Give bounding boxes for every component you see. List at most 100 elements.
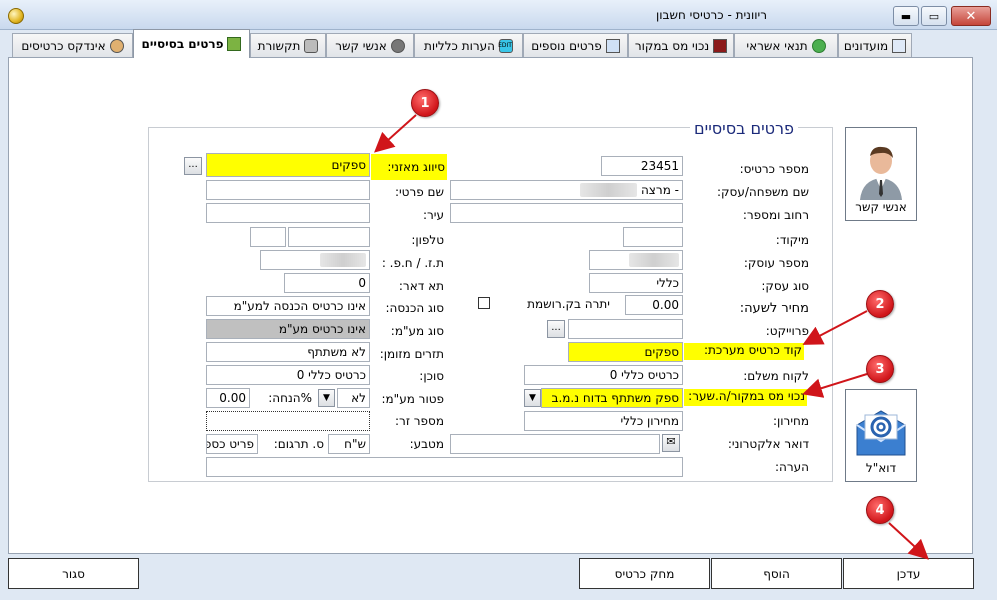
tab-additional-details[interactable]: פרטים נוספים [523,33,628,57]
monitor-icon [892,38,907,53]
discount-field[interactable]: 0.00 [206,388,250,408]
label-street: רחוב ומספר: [742,208,809,222]
tab-basic-details[interactable]: פרטים בסיסיים [133,29,250,58]
label-hourly-price: מחיר לשעה: [739,301,809,316]
tab-label: אינדקס כרטיסים [21,38,106,53]
callout-badge-3: 3 [866,355,894,383]
card-number-field[interactable]: 23451 [601,156,683,176]
label-balance-class: סיווג מאזני: [371,154,447,180]
tab-credit-terms[interactable]: תנאי אשראי [734,33,838,57]
redacted-text [629,253,679,267]
tab-label: אנשי קשר [335,38,387,53]
email-icon [856,410,906,456]
add-button[interactable]: הוסף [711,558,842,589]
label-project: פרוייקט: [765,324,809,338]
minimize-button[interactable]: ▬ [893,6,919,26]
label-email: דואר אלקטרוני: [727,437,809,451]
project-lookup-button[interactable]: ... [547,320,565,338]
tab-general-notes[interactable]: EDIT הערות כלליות [414,33,523,57]
project-field[interactable] [568,319,683,339]
vat-exempt-dropdown-arrow[interactable]: ▼ [318,389,335,407]
income-type-field[interactable]: אינו כרטיס הכנסה למע"מ [206,296,370,316]
edit-icon: EDIT [498,38,513,53]
tab-label: הערות כלליות [424,38,495,53]
foreign-number-field[interactable] [206,411,370,431]
system-code-field[interactable]: ספקים [568,342,683,362]
tab-contacts[interactable]: אנשי קשר [326,33,414,57]
tab-label: פרטים בסיסיים [141,37,224,51]
withholding-dropdown-arrow[interactable]: ▼ [524,389,541,407]
first-name-field[interactable] [206,180,370,200]
phone-prefix-field[interactable] [250,227,286,247]
vat-exempt-field[interactable]: לא [337,388,370,408]
label-po-box: תא דאר: [398,279,444,293]
label-currency: מטבע: [409,437,444,451]
update-button[interactable]: עדכן [843,558,974,589]
redacted-text [579,183,638,197]
label-last-name: שם משפחה/עסק: [716,185,809,199]
callout-badge-1: 1 [411,89,439,117]
agent-field[interactable]: כרטיס כללי 0 [206,365,370,385]
app-icon [8,8,24,24]
price-list-field[interactable]: מחירון כללי [524,411,683,431]
dealer-number-field[interactable] [589,250,683,270]
label-foreign-number: מספר זר: [395,414,444,428]
callout-badge-4: 4 [866,496,894,524]
business-type-field[interactable]: כללי [589,273,683,293]
balance-class-lookup-button[interactable]: ... [184,157,202,175]
tab-label: פרטים נוספים [531,38,602,53]
email-field[interactable] [450,434,660,454]
hourly-price-field[interactable]: 0.00 [625,295,683,315]
delete-card-button[interactable]: מחק כרטיס [579,558,710,589]
currency-field[interactable]: ש"ח [328,434,370,454]
tab-label: נכוי מס במקור [634,38,710,53]
withholding-field[interactable]: ספק משתתף בדוח נ.מ.ב [541,388,683,408]
label-dealer-number: מספר עוסק: [743,256,809,270]
balance-class-field[interactable]: ספקים [206,153,370,177]
contacts-button-label: אנשי קשר [855,200,907,214]
label-scheduled-flows: תזרים מזומן: [379,347,444,361]
close-button[interactable]: סגור [8,558,139,589]
money-bag-icon [811,38,826,53]
po-box-field[interactable]: 0 [284,273,370,293]
label-income-type: סוג הכנסה: [385,301,444,315]
phone-icon [304,38,319,53]
email-button[interactable]: דוא"ל [845,389,917,482]
contacts-button[interactable]: אנשי קשר [845,127,917,221]
label-id-number: ת.ז. / ח.פ. : [381,256,444,270]
contacts-icon [390,38,405,53]
scheduled-flows-field[interactable]: לא משתתף [206,342,370,362]
label-card-number: מספר כרטיס: [739,162,809,176]
phone-field[interactable] [288,227,370,247]
book-icon [227,37,242,51]
tab-communication[interactable]: תקשורת [250,33,326,57]
maximize-button[interactable]: ▭ [921,6,947,26]
close-window-button[interactable]: ✕ [951,6,991,26]
label-first-name: שם פרטי: [394,185,444,199]
zip-field[interactable] [623,227,683,247]
street-field[interactable] [450,203,683,223]
label-discount: %הנחה: [268,391,312,405]
label-price-list: מחירון: [772,414,809,428]
paying-customer-field[interactable]: כרטיס כללי 0 [524,365,683,385]
vat-type-field: אינו כרטיס מע"מ [206,319,370,339]
recorded-balance-checkbox[interactable] [478,297,490,309]
tab-clubs[interactable]: מועדונים [838,33,912,57]
tab-label: מועדונים [843,38,889,53]
last-name-field[interactable]: - מרצה [450,180,683,200]
notes-field[interactable] [206,457,683,477]
tab-withholding-tax[interactable]: נכוי מס במקור [628,33,734,57]
label-business-type: סוג עסק: [761,279,809,293]
last-name-value: - מרצה [640,183,679,197]
redacted-text [320,253,366,267]
label-vat-exempt: פטור מע"מ: [381,392,444,406]
email-send-icon[interactable]: ✉ [662,434,680,452]
tab-card-index[interactable]: אינדקס כרטיסים [12,33,133,57]
id-number-field[interactable] [260,250,370,270]
city-field[interactable] [206,203,370,223]
label-translation: ס. תרגום: [273,437,324,451]
label-zip: מיקוד: [775,233,809,247]
dog-icon [109,38,124,53]
label-notes: הערה: [774,460,809,474]
translation-field[interactable]: פריט כספי [206,434,258,454]
